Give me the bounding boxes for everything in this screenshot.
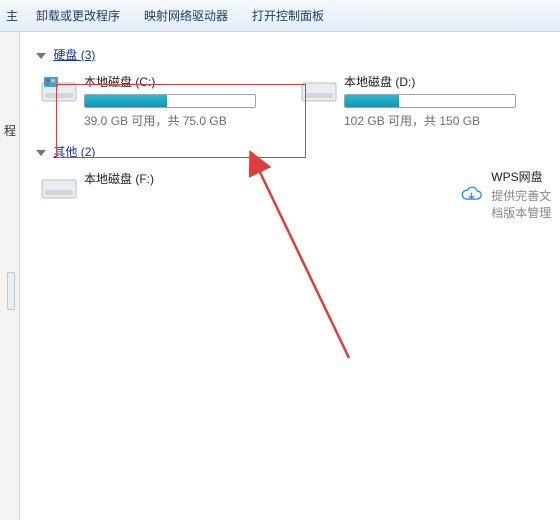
drive-c-name: 本地磁盘 (C:)	[84, 73, 280, 90]
drive-c-usage-bar	[84, 94, 256, 108]
toolbar: 主 卸载或更改程序 映射网络驱动器 打开控制面板	[0, 0, 560, 32]
nav-sidebar: 程	[0, 32, 20, 520]
toolbar-item-uninstall[interactable]: 卸载或更改程序	[24, 7, 132, 24]
drive-d-capacity: 102 GB 可用，共 150 GB	[344, 112, 540, 129]
content-area: 硬盘 (3) 本地磁盘 (C:) 39.0 GB 可用，	[20, 32, 560, 520]
wps-cloud-title: WPS网盘	[491, 168, 560, 185]
group-header-other[interactable]: 其他 (2)	[36, 143, 560, 160]
toolbar-item-map-drive[interactable]: 映射网络驱动器	[132, 7, 240, 24]
group-header-hdd[interactable]: 硬盘 (3)	[36, 46, 560, 63]
sidebar-cut-label: 程	[4, 122, 16, 139]
wps-cloud-subtitle: 提供完善文档版本管理	[491, 187, 560, 221]
hard-drive-icon	[300, 73, 338, 107]
chevron-down-icon	[36, 53, 46, 59]
drive-d-name: 本地磁盘 (D:)	[344, 73, 540, 90]
drive-f[interactable]: 本地磁盘 (F:)	[40, 170, 182, 204]
drive-c-capacity: 39.0 GB 可用，共 75.0 GB	[84, 112, 280, 129]
toolbar-partial-label: 主	[4, 7, 24, 24]
drive-d-usage-bar	[344, 94, 516, 108]
toolbar-item-control-panel[interactable]: 打开控制面板	[240, 7, 336, 24]
sidebar-resize-handle[interactable]	[7, 272, 15, 310]
hard-drive-icon	[40, 170, 78, 204]
drive-d[interactable]: 本地磁盘 (D:) 102 GB 可用，共 150 GB	[300, 73, 540, 129]
drive-c[interactable]: 本地磁盘 (C:) 39.0 GB 可用，共 75.0 GB	[40, 73, 280, 129]
drive-f-name: 本地磁盘 (F:)	[84, 170, 182, 187]
chevron-down-icon	[36, 150, 46, 156]
hard-drive-icon	[40, 73, 78, 107]
cloud-icon	[460, 180, 483, 210]
wps-cloud-item[interactable]: WPS网盘 提供完善文档版本管理	[460, 168, 560, 221]
